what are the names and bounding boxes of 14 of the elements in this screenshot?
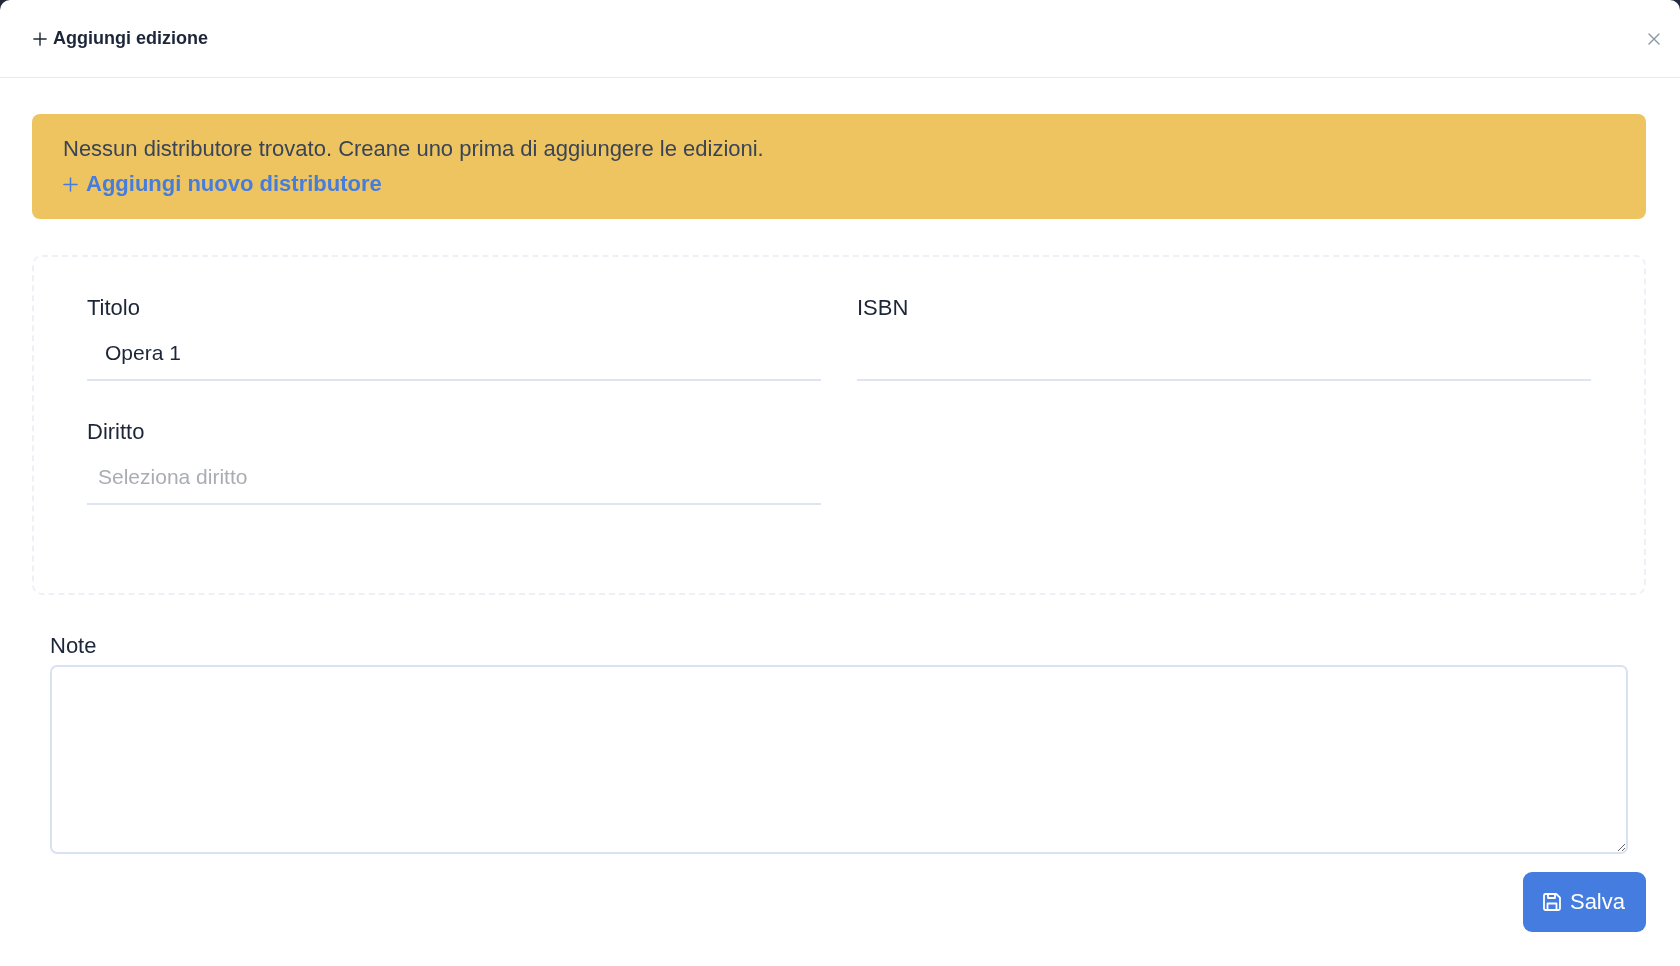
plus-icon (33, 31, 47, 46)
dialog-title: Aggiungi edizione (53, 28, 208, 49)
close-icon (1648, 32, 1660, 45)
notes-textarea[interactable] (50, 665, 1628, 854)
select-field[interactable]: Seleziona diritto (87, 455, 821, 505)
add-distributor-link[interactable]: Aggiungi nuovo distributore (63, 171, 382, 197)
alert-message: Nessun distributore trovato. Creane uno prima di aggiungere le edizioni. (63, 136, 765, 162)
input-field[interactable]: Opera 1 (87, 331, 821, 381)
field-label: Titolo (87, 295, 141, 321)
save-button[interactable]: Salva (1522, 872, 1646, 932)
field-label: Diritto (87, 419, 146, 445)
field-label: ISBN (857, 295, 910, 321)
plus-icon (63, 176, 78, 192)
field-label: Note (50, 633, 98, 659)
